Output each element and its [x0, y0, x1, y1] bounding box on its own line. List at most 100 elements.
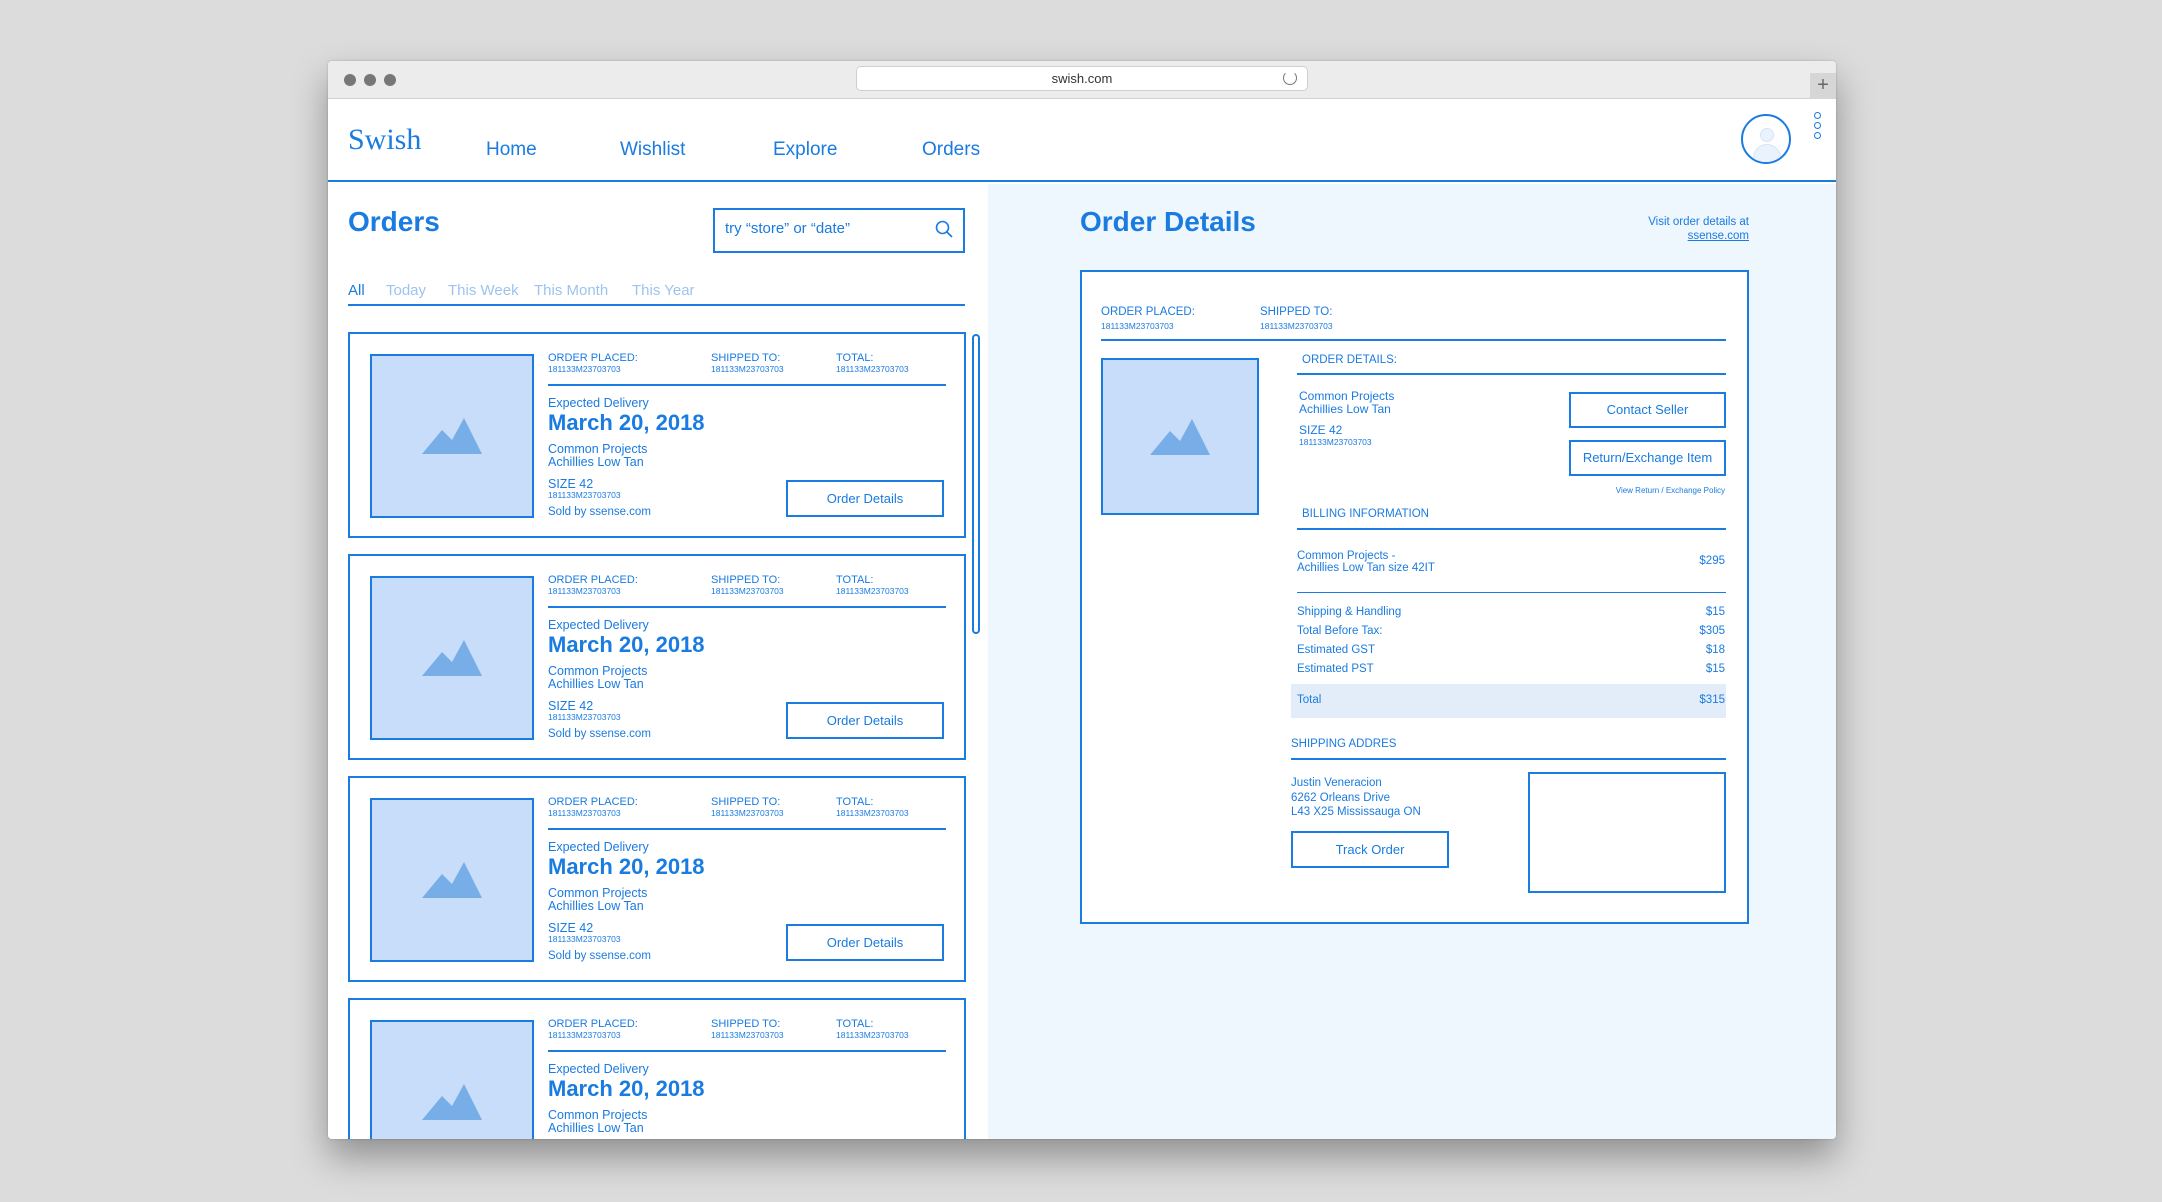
total-amount: $315	[1699, 694, 1725, 706]
avatar-head-icon	[1760, 128, 1774, 142]
nav-orders[interactable]: Orders	[922, 139, 980, 161]
search-box[interactable]	[713, 208, 965, 253]
delivery-date: March 20, 2018	[548, 854, 705, 879]
filter-this-week[interactable]: This Week	[448, 282, 519, 299]
new-tab-button[interactable]: +	[1810, 73, 1836, 99]
product-size: SIZE 42	[1299, 423, 1343, 437]
filter-this-year[interactable]: This Year	[632, 282, 695, 299]
delivery-date: March 20, 2018	[548, 410, 705, 435]
shipped-to-value: 181133M23703703	[1260, 321, 1333, 331]
address-bar[interactable]: swish.com	[856, 66, 1308, 91]
shipping-address: Justin Veneracion 6262 Orleans Drive L43…	[1291, 777, 1421, 818]
shipped-to: SHIPPED TO: 181133M23703703	[711, 1018, 784, 1040]
more-options-icon[interactable]	[1814, 112, 1824, 142]
product-sku: 181133M23703703	[1299, 437, 1372, 447]
search-icon[interactable]	[935, 220, 953, 238]
image-placeholder-icon	[422, 1084, 482, 1120]
order-card[interactable]: ORDER PLACED: 181133M23703703 SHIPPED TO…	[348, 776, 966, 982]
close-window-button[interactable]	[344, 74, 356, 86]
product-name: Common Projects Achillies Low Tan	[1299, 389, 1395, 416]
browser-window: swish.com + Swish Home Wishlist Explore …	[328, 61, 1836, 1139]
product-name: Common Projects Achillies Low Tan	[548, 1108, 648, 1135]
orders-title: Orders	[348, 206, 440, 237]
url-text: swish.com	[1051, 71, 1113, 86]
expected-delivery-label: Expected Delivery	[548, 840, 649, 854]
order-total: TOTAL: 181133M23703703	[836, 574, 909, 596]
order-placed: ORDER PLACED: 181133M23703703	[548, 1018, 638, 1040]
divider	[548, 384, 946, 386]
order-total: TOTAL: 181133M23703703	[836, 352, 909, 374]
product-sku: 181133M23703703	[548, 712, 621, 722]
map-placeholder	[1528, 772, 1726, 893]
order-details-button[interactable]: Order Details	[786, 702, 944, 739]
shipped-to: SHIPPED TO: 181133M23703703	[711, 352, 784, 374]
order-card[interactable]: ORDER PLACED: 181133M23703703 SHIPPED TO…	[348, 998, 966, 1139]
product-sku: 181133M23703703	[548, 490, 621, 500]
total-before-tax-label: Total Before Tax:	[1297, 625, 1383, 637]
shipping-section-label: SHIPPING ADDRES	[1291, 738, 1397, 750]
product-name: Common Projects Achillies Low Tan	[548, 442, 648, 469]
nav-home[interactable]: Home	[486, 139, 537, 161]
shipped-to: SHIPPED TO: 181133M23703703	[711, 796, 784, 818]
divider	[548, 828, 946, 830]
order-details-panel: ORDER PLACED: 181133M23703703 SHIPPED TO…	[1080, 270, 1749, 924]
billing-section-label: BILLING INFORMATION	[1302, 508, 1429, 520]
expected-delivery-label: Expected Delivery	[548, 618, 649, 632]
order-card[interactable]: ORDER PLACED: 181133M23703703 SHIPPED TO…	[348, 554, 966, 760]
reload-icon[interactable]	[1283, 71, 1297, 85]
filter-today[interactable]: Today	[386, 282, 426, 299]
sold-by: Sold by ssense.com	[548, 506, 651, 518]
expected-delivery-label: Expected Delivery	[548, 1062, 649, 1076]
gst-label: Estimated GST	[1297, 644, 1375, 656]
shipping-handling-label: Shipping & Handling	[1297, 606, 1402, 618]
track-order-button[interactable]: Track Order	[1291, 831, 1449, 868]
sold-by: Sold by ssense.com	[548, 950, 651, 962]
product-size: SIZE 42	[548, 921, 594, 935]
nav-explore[interactable]: Explore	[773, 139, 837, 161]
return-exchange-button[interactable]: Return/Exchange Item	[1569, 440, 1726, 476]
order-placed: ORDER PLACED: 181133M23703703	[548, 796, 638, 818]
order-details-button[interactable]: Order Details	[786, 924, 944, 961]
visit-order-link: Visit order details at ssense.com	[1648, 216, 1749, 242]
divider	[548, 606, 946, 608]
gst-amount: $18	[1705, 644, 1725, 656]
sold-by: Sold by ssense.com	[548, 728, 651, 740]
product-size: SIZE 42	[548, 477, 594, 491]
order-placed-value: 181133M23703703	[1101, 321, 1174, 331]
image-placeholder-icon	[422, 418, 482, 454]
product-image	[370, 798, 534, 962]
browser-chrome: swish.com +	[328, 61, 1836, 99]
contact-seller-button[interactable]: Contact Seller	[1569, 392, 1726, 428]
order-card[interactable]: ORDER PLACED: 181133M23703703 SHIPPED TO…	[348, 332, 966, 538]
ssense-link[interactable]: ssense.com	[1688, 230, 1749, 242]
image-placeholder-icon	[422, 862, 482, 898]
product-name: Common Projects Achillies Low Tan	[548, 664, 648, 691]
product-sku: 181133M23703703	[548, 934, 621, 944]
delivery-date: March 20, 2018	[548, 632, 705, 657]
order-placed-label: ORDER PLACED:	[1101, 306, 1195, 318]
logo[interactable]: Swish	[348, 123, 421, 157]
return-policy-link[interactable]: View Return / Exchange Policy	[1616, 486, 1725, 495]
avatar[interactable]	[1741, 114, 1791, 164]
image-placeholder-icon	[422, 640, 482, 676]
search-input[interactable]	[725, 220, 925, 237]
order-placed: ORDER PLACED: 181133M23703703	[548, 574, 638, 596]
order-total: TOTAL: 181133M23703703	[836, 1018, 909, 1040]
product-image	[370, 354, 534, 518]
divider	[1297, 373, 1726, 375]
filter-tabs: All Today This Week This Month This Year	[348, 282, 965, 306]
filter-this-month[interactable]: This Month	[534, 282, 608, 299]
scrollbar[interactable]	[972, 334, 980, 634]
order-details-button[interactable]: Order Details	[786, 480, 944, 517]
minimize-window-button[interactable]	[364, 74, 376, 86]
order-details-title: Order Details	[1080, 206, 1256, 237]
billing-item-amount: $295	[1699, 555, 1725, 567]
pst-amount: $15	[1705, 663, 1725, 675]
filter-all[interactable]: All	[348, 282, 365, 299]
zoom-window-button[interactable]	[384, 74, 396, 86]
nav-wishlist[interactable]: Wishlist	[620, 139, 685, 161]
product-size: SIZE 42	[548, 699, 594, 713]
order-placed: ORDER PLACED: 181133M23703703	[548, 352, 638, 374]
window-controls	[344, 74, 396, 86]
avatar-body-icon	[1753, 144, 1781, 162]
